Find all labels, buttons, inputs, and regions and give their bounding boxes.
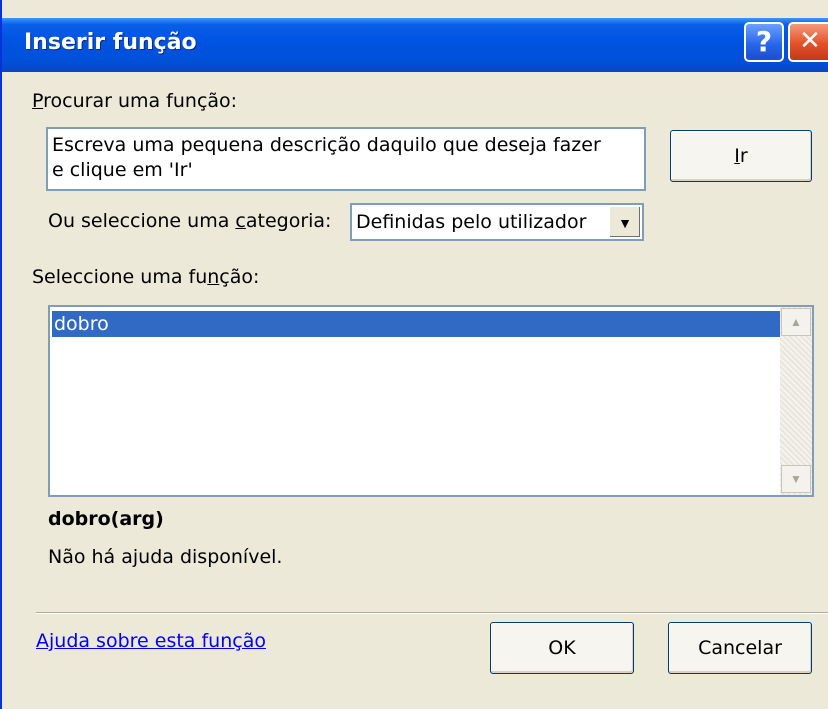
- vertical-scrollbar[interactable]: ▲ ▼: [780, 307, 812, 495]
- chevron-down-icon[interactable]: ▼: [609, 206, 641, 238]
- search-input-text[interactable]: Escreva uma pequena descrição daquilo qu…: [52, 133, 642, 183]
- scroll-down-icon[interactable]: ▼: [781, 465, 811, 493]
- function-help-link[interactable]: Ajuda sobre esta função: [36, 630, 266, 652]
- go-button[interactable]: Ir: [670, 130, 812, 182]
- search-label: Procurar uma função:: [32, 90, 238, 112]
- function-description: Não há ajuda disponível.: [48, 546, 283, 568]
- dialog-title: Inserir função: [24, 30, 197, 55]
- close-icon[interactable]: ✕: [788, 22, 828, 62]
- title-bar[interactable]: Inserir função ? ✕: [2, 18, 828, 72]
- help-icon[interactable]: ?: [744, 22, 784, 62]
- ok-button[interactable]: OK: [490, 622, 634, 674]
- function-list-label: Seleccione uma função:: [32, 266, 260, 288]
- cancel-button[interactable]: Cancelar: [668, 622, 812, 674]
- divider: [36, 612, 828, 614]
- function-listbox[interactable]: dobro ▲ ▼: [48, 305, 814, 497]
- category-select[interactable]: Definidas pelo utilizador ▼: [350, 203, 644, 241]
- insert-function-dialog: Inserir função ? ✕ Procurar uma função: …: [0, 0, 828, 709]
- scroll-up-icon[interactable]: ▲: [781, 308, 811, 336]
- category-selected-value: Definidas pelo utilizador: [356, 211, 587, 233]
- category-label: Ou seleccione uma categoria:: [48, 210, 332, 232]
- function-signature: dobro(arg): [48, 508, 164, 530]
- search-input[interactable]: Escreva uma pequena descrição daquilo qu…: [46, 127, 646, 191]
- list-item[interactable]: dobro: [52, 311, 784, 337]
